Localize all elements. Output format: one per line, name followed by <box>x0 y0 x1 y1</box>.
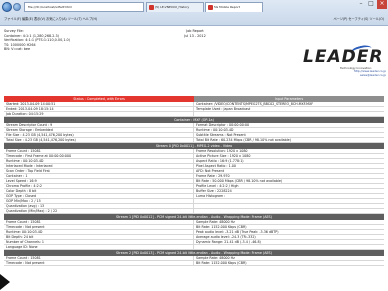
tab-history[interactable]: (5) LE-VNEXXX_History <box>146 2 204 12</box>
brand-logo: LEADER <box>303 47 384 67</box>
status-section: Status : Completed, with Errors Started:… <box>4 96 384 117</box>
report-page: Survey File: Container: 4:1:1 (1,280,268… <box>0 26 388 291</box>
back-icon[interactable] <box>2 2 12 12</box>
survey-meta: Survey File: Container: 4:1:1 (1,280,268… <box>4 29 71 51</box>
input-row <box>194 112 384 117</box>
tab-label: 5G Mobile Report <box>214 5 240 9</box>
minimize-icon[interactable]: – <box>356 0 366 9</box>
close-icon[interactable]: × <box>377 0 387 9</box>
brand-links: http://www.leader.co.jp sales@leader.co.… <box>336 69 386 78</box>
audio-row: Timecode : Not present <box>4 261 194 266</box>
menu-bar: ファイル(F) 編集(E) 表示(V) お気に入り(A) ツール(T) ヘルプ(… <box>0 14 388 25</box>
status-rows: Started: 2013-04-09 14:00:51 Ended: 2013… <box>4 102 194 117</box>
tab-favicon-icon <box>208 5 213 10</box>
container-section: Stream Descriptor Count : 9 Stream Stora… <box>4 123 384 143</box>
forward-icon[interactable] <box>13 3 21 11</box>
browser-window: file:///D:/localhost/sdfsdf.html (5) LE-… <box>0 0 388 291</box>
audio-row: Bit Rate: 1152.000 Kbps (CBR) <box>194 261 384 266</box>
report-heading: Job Report Jul 13 - 2012 <box>150 29 240 38</box>
input-rows: Container: /VIDEO/CONTENTS/MPEG2TS_BBC02… <box>194 102 384 117</box>
command-bar[interactable]: ページ(P) セーフティ(S) ツール(O) <box>333 14 384 25</box>
audio-stream-1-section: Frame Count : 15081 Timecode : Not prese… <box>4 220 384 250</box>
maximize-icon[interactable]: □ <box>366 0 376 9</box>
mouse-pointer-icon <box>0 274 10 290</box>
browser-chrome: file:///D:/localhost/sdfsdf.html (5) LE-… <box>0 0 388 26</box>
address-bar[interactable]: file:///D:/localhost/sdfsdf.html <box>24 2 144 12</box>
tab-label: (5) LE-VNEXXX_History <box>155 5 190 9</box>
report-date: Jul 13 - 2012 <box>184 33 206 38</box>
tab-favicon-icon <box>149 5 154 10</box>
tab-report[interactable]: 5G Mobile Report <box>205 2 263 12</box>
report-table: Status : Completed, with Errors Started:… <box>4 96 384 266</box>
brand-email[interactable]: sales@leader.co.jp <box>336 73 386 78</box>
status-row: Job Duration: 04:15:29 <box>4 112 194 117</box>
video-stream-section: Frame Count : 15081 Timecode : First Fra… <box>4 149 384 214</box>
audio-stream-2-section: Frame Count : 15081 Timecode : Not prese… <box>4 256 384 266</box>
menu-items[interactable]: ファイル(F) 編集(E) 表示(V) お気に入り(A) ツール(T) ヘルプ(… <box>4 14 97 25</box>
